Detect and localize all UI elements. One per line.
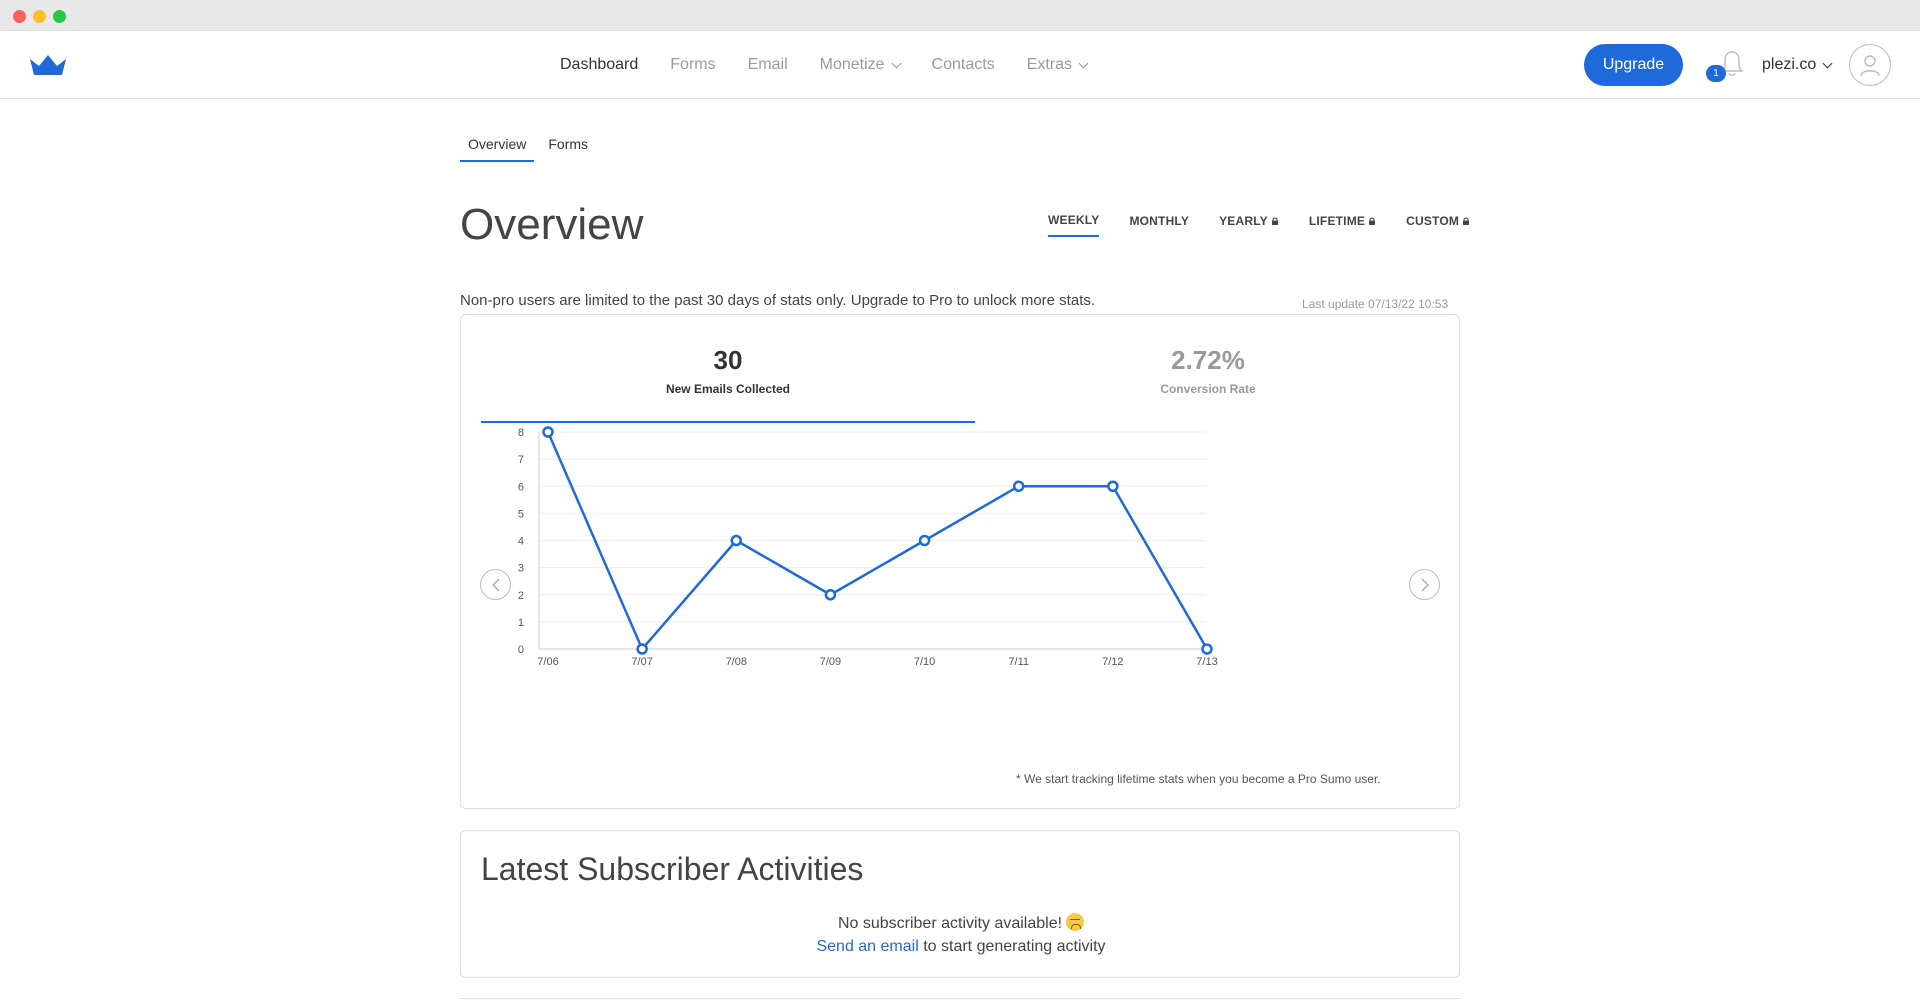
x-tick-label: 7/10 [914, 656, 935, 668]
pro-limit-notice: Non-pro users are limited to the past 30… [460, 292, 1096, 309]
y-tick-label: 0 [518, 644, 524, 656]
data-point [636, 643, 648, 655]
account-label: plezi.co [1762, 56, 1817, 73]
lifetime-footnote: * We start tracking lifetime stats when … [1016, 772, 1381, 786]
nav-item-label: Monetize [819, 56, 885, 73]
user-icon [1860, 55, 1880, 77]
range-tab-label: MONTHLY [1129, 214, 1190, 228]
nav-item-contacts[interactable]: Contacts [932, 56, 995, 74]
main-nav: Dashboard Forms Email Monetize Contacts Extra… [560, 31, 1119, 99]
cta-text: to start generating activity [923, 938, 1106, 955]
data-point [1012, 480, 1025, 492]
page-title: Overview [460, 200, 644, 249]
window-titlebar [0, 0, 1920, 31]
range-tab-weekly[interactable]: WEEKLY [1048, 213, 1100, 237]
range-tab-label: CUSTOM [1406, 214, 1460, 228]
y-tick-label: 5 [518, 508, 524, 520]
y-tick-label: 2 [518, 590, 524, 602]
x-tick-label: 7/12 [1102, 656, 1123, 668]
tab-overview[interactable]: Overview [460, 136, 535, 162]
x-tick-label: 7/13 [1196, 656, 1217, 668]
nav-item-extras[interactable]: Extras [1026, 56, 1089, 74]
range-tab-custom[interactable]: CUSTOM [1406, 213, 1470, 237]
send-email-link[interactable]: Send an email [816, 938, 918, 955]
maximize-window-button[interactable] [53, 10, 66, 23]
nav-item-label: Email [747, 56, 788, 73]
account-menu[interactable]: plezi.co [1762, 31, 1833, 99]
range-tab-label: WEEKLY [1048, 213, 1100, 227]
lock-icon [1369, 217, 1376, 225]
y-tick-label: 3 [518, 563, 524, 575]
data-point [730, 534, 743, 547]
nav-item-dashboard[interactable]: Dashboard [560, 56, 638, 74]
top-navigation: Dashboard Forms Email Monetize Contacts Extra… [0, 31, 1920, 99]
sub-tabs: Overview Forms [460, 136, 602, 162]
activities-title: Latest Subscriber Activities [481, 851, 864, 887]
nav-item-label: Extras [1026, 56, 1073, 73]
empty-state-message: No subscriber activity available! [837, 915, 1063, 932]
crown-icon[interactable] [29, 53, 67, 77]
chevron-down-icon [1822, 58, 1833, 68]
close-window-button[interactable] [13, 10, 26, 23]
x-tick-label: 7/09 [820, 656, 841, 668]
last-update: Last update 07/13/22 10:53 [1302, 297, 1449, 311]
data-point [1201, 643, 1213, 655]
x-tick-label: 7/07 [631, 656, 652, 668]
range-tab-yearly[interactable]: YEARLY [1219, 213, 1279, 237]
disappointed-face-icon [1066, 913, 1085, 931]
emails-line-chart: 0 1 2 3 4 5 6 7 8 7/06 7/07 7/08 7/09 7/10 7/11 7/12 7/1… [518, 426, 1218, 668]
time-range-tabs: WEEKLY MONTHLY YEARLY LIFETIME CUSTOM [1048, 213, 1500, 237]
minimize-window-button[interactable] [33, 10, 46, 23]
y-tick-label: 6 [518, 481, 524, 493]
avatar[interactable] [1849, 44, 1891, 86]
data-point [1107, 480, 1119, 492]
y-tick-label: 4 [518, 536, 524, 548]
lock-icon [1463, 217, 1470, 225]
next-period-button[interactable] [1409, 569, 1440, 600]
empty-state-cta: Send an email to start generating activi… [461, 938, 1461, 956]
range-tab-label: LIFETIME [1308, 214, 1366, 228]
y-tick-label: 7 [518, 454, 524, 466]
x-tick-label: 7/11 [1008, 656, 1029, 668]
x-tick-label: 7/06 [537, 656, 558, 668]
range-tab-lifetime[interactable]: LIFETIME [1309, 213, 1376, 237]
chevron-right-icon [1421, 578, 1429, 591]
x-tick-label: 7/08 [726, 656, 747, 668]
nav-item-forms[interactable]: Forms [670, 56, 715, 74]
subscriber-activities-card: Latest Subscriber Activities No subscrib… [460, 830, 1460, 978]
upgrade-button[interactable]: Upgrade [1584, 44, 1683, 86]
chevron-down-icon [891, 58, 901, 68]
chevron-left-icon [491, 578, 499, 591]
previous-period-button[interactable] [480, 569, 511, 600]
y-tick-label: 8 [518, 427, 524, 439]
empty-state-text: No subscriber activity available! [461, 913, 1461, 933]
range-tab-label: YEARLY [1219, 214, 1268, 228]
nav-item-label: Forms [670, 56, 716, 73]
data-point [918, 534, 931, 547]
data-point [542, 426, 554, 438]
notification-badge[interactable]: 1 [1706, 65, 1726, 82]
tab-forms[interactable]: Forms [540, 136, 596, 162]
range-tab-monthly[interactable]: MONTHLY [1129, 213, 1189, 237]
y-tick-label: 1 [518, 617, 524, 629]
nav-item-monetize[interactable]: Monetize [819, 56, 901, 74]
data-point [824, 589, 837, 601]
nav-item-email[interactable]: Email [748, 56, 788, 74]
stats-card: 30 New Emails Collected 2.72% Conversion… [460, 314, 1460, 809]
nav-item-label: Contacts [931, 56, 995, 73]
chevron-down-icon [1078, 58, 1089, 68]
lock-icon [1271, 217, 1278, 225]
nav-item-label: Dashboard [560, 56, 639, 73]
